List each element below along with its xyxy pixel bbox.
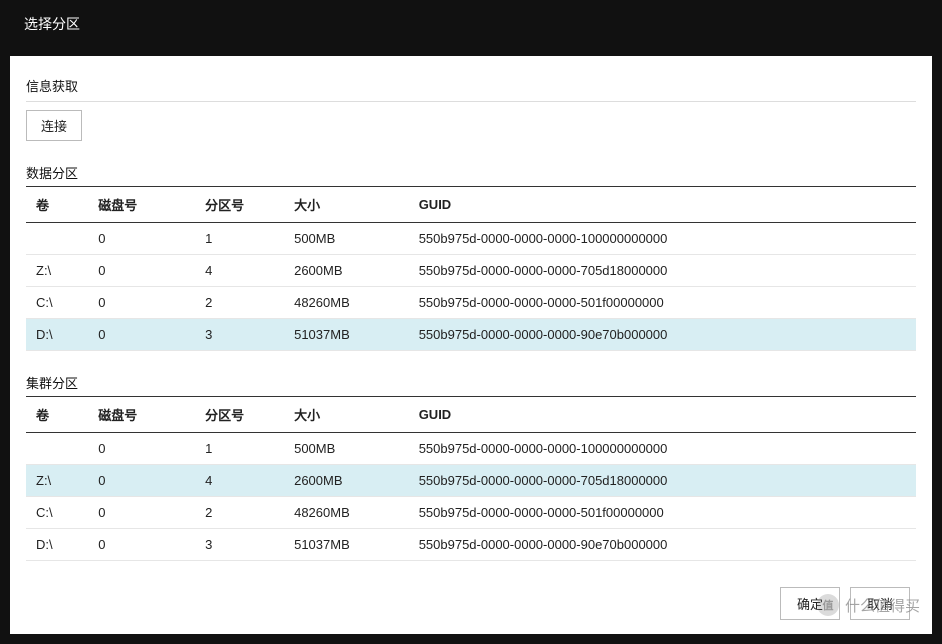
col-disk-no: 磁盘号 (88, 397, 195, 433)
cell-volume: C:\ (26, 497, 88, 529)
cell-guid: 550b975d-0000-0000-0000-705d18000000 (409, 255, 916, 287)
cell-part: 3 (195, 319, 284, 351)
col-disk-no: 磁盘号 (88, 187, 195, 223)
col-part-no: 分区号 (195, 397, 284, 433)
cancel-button[interactable]: 取消 (850, 587, 910, 620)
cell-volume: D:\ (26, 529, 88, 561)
info-section-label: 信息获取 (26, 76, 916, 95)
table-row[interactable]: 01500MB550b975d-0000-0000-0000-100000000… (26, 223, 916, 255)
cell-part: 4 (195, 255, 284, 287)
col-guid: GUID (409, 187, 916, 223)
col-volume: 卷 (26, 397, 88, 433)
table-row[interactable]: C:\0248260MB550b975d-0000-0000-0000-501f… (26, 287, 916, 319)
cell-size: 51037MB (284, 319, 409, 351)
cell-size: 48260MB (284, 287, 409, 319)
cell-volume: D:\ (26, 319, 88, 351)
table-header-row: 卷 磁盘号 分区号 大小 GUID (26, 397, 916, 433)
modal-content: 信息获取 连接 数据分区 卷 磁盘号 分区号 大小 GUID 01500MB55… (10, 56, 932, 634)
col-size: 大小 (284, 397, 409, 433)
cell-part: 2 (195, 497, 284, 529)
divider (26, 101, 916, 102)
cell-part: 3 (195, 529, 284, 561)
modal-footer: 确定 取消 (780, 587, 910, 620)
cell-volume: Z:\ (26, 465, 88, 497)
cell-volume (26, 223, 88, 255)
table-row[interactable]: D:\0351037MB550b975d-0000-0000-0000-90e7… (26, 529, 916, 561)
cell-guid: 550b975d-0000-0000-0000-501f00000000 (409, 497, 916, 529)
col-part-no: 分区号 (195, 187, 284, 223)
cell-part: 1 (195, 223, 284, 255)
table-row[interactable]: Z:\042600MB550b975d-0000-0000-0000-705d1… (26, 465, 916, 497)
ok-button[interactable]: 确定 (780, 587, 840, 620)
cluster-partition-header: 集群分区 (26, 373, 916, 392)
cell-disk: 0 (88, 465, 195, 497)
table-row[interactable]: Z:\042600MB550b975d-0000-0000-0000-705d1… (26, 255, 916, 287)
cell-disk: 0 (88, 287, 195, 319)
cell-disk: 0 (88, 255, 195, 287)
modal-titlebar: 选择分区 (0, 0, 942, 48)
cell-disk: 0 (88, 497, 195, 529)
cell-disk: 0 (88, 223, 195, 255)
cluster-partition-table: 卷 磁盘号 分区号 大小 GUID 01500MB550b975d-0000-0… (26, 396, 916, 561)
data-partition-header: 数据分区 (26, 163, 916, 182)
cell-size: 2600MB (284, 255, 409, 287)
cell-size: 2600MB (284, 465, 409, 497)
cell-guid: 550b975d-0000-0000-0000-90e70b000000 (409, 529, 916, 561)
cell-guid: 550b975d-0000-0000-0000-90e70b000000 (409, 319, 916, 351)
cell-part: 2 (195, 287, 284, 319)
cell-size: 500MB (284, 223, 409, 255)
col-volume: 卷 (26, 187, 88, 223)
cell-part: 4 (195, 465, 284, 497)
cell-guid: 550b975d-0000-0000-0000-100000000000 (409, 223, 916, 255)
cell-guid: 550b975d-0000-0000-0000-100000000000 (409, 433, 916, 465)
cell-volume (26, 433, 88, 465)
partition-selector-modal: 选择分区 信息获取 连接 数据分区 卷 磁盘号 分区号 大小 GUID 0150… (0, 0, 942, 644)
connect-button[interactable]: 连接 (26, 110, 82, 141)
cell-volume: C:\ (26, 287, 88, 319)
table-row[interactable]: D:\0351037MB550b975d-0000-0000-0000-90e7… (26, 319, 916, 351)
cell-part: 1 (195, 433, 284, 465)
cell-size: 51037MB (284, 529, 409, 561)
cell-guid: 550b975d-0000-0000-0000-501f00000000 (409, 287, 916, 319)
cell-size: 48260MB (284, 497, 409, 529)
table-row[interactable]: 01500MB550b975d-0000-0000-0000-100000000… (26, 433, 916, 465)
cell-disk: 0 (88, 433, 195, 465)
table-header-row: 卷 磁盘号 分区号 大小 GUID (26, 187, 916, 223)
col-size: 大小 (284, 187, 409, 223)
table-row[interactable]: C:\0248260MB550b975d-0000-0000-0000-501f… (26, 497, 916, 529)
col-guid: GUID (409, 397, 916, 433)
cell-guid: 550b975d-0000-0000-0000-705d18000000 (409, 465, 916, 497)
cell-size: 500MB (284, 433, 409, 465)
modal-title: 选择分区 (24, 16, 80, 32)
data-partition-table: 卷 磁盘号 分区号 大小 GUID 01500MB550b975d-0000-0… (26, 186, 916, 351)
cell-volume: Z:\ (26, 255, 88, 287)
cell-disk: 0 (88, 319, 195, 351)
cell-disk: 0 (88, 529, 195, 561)
